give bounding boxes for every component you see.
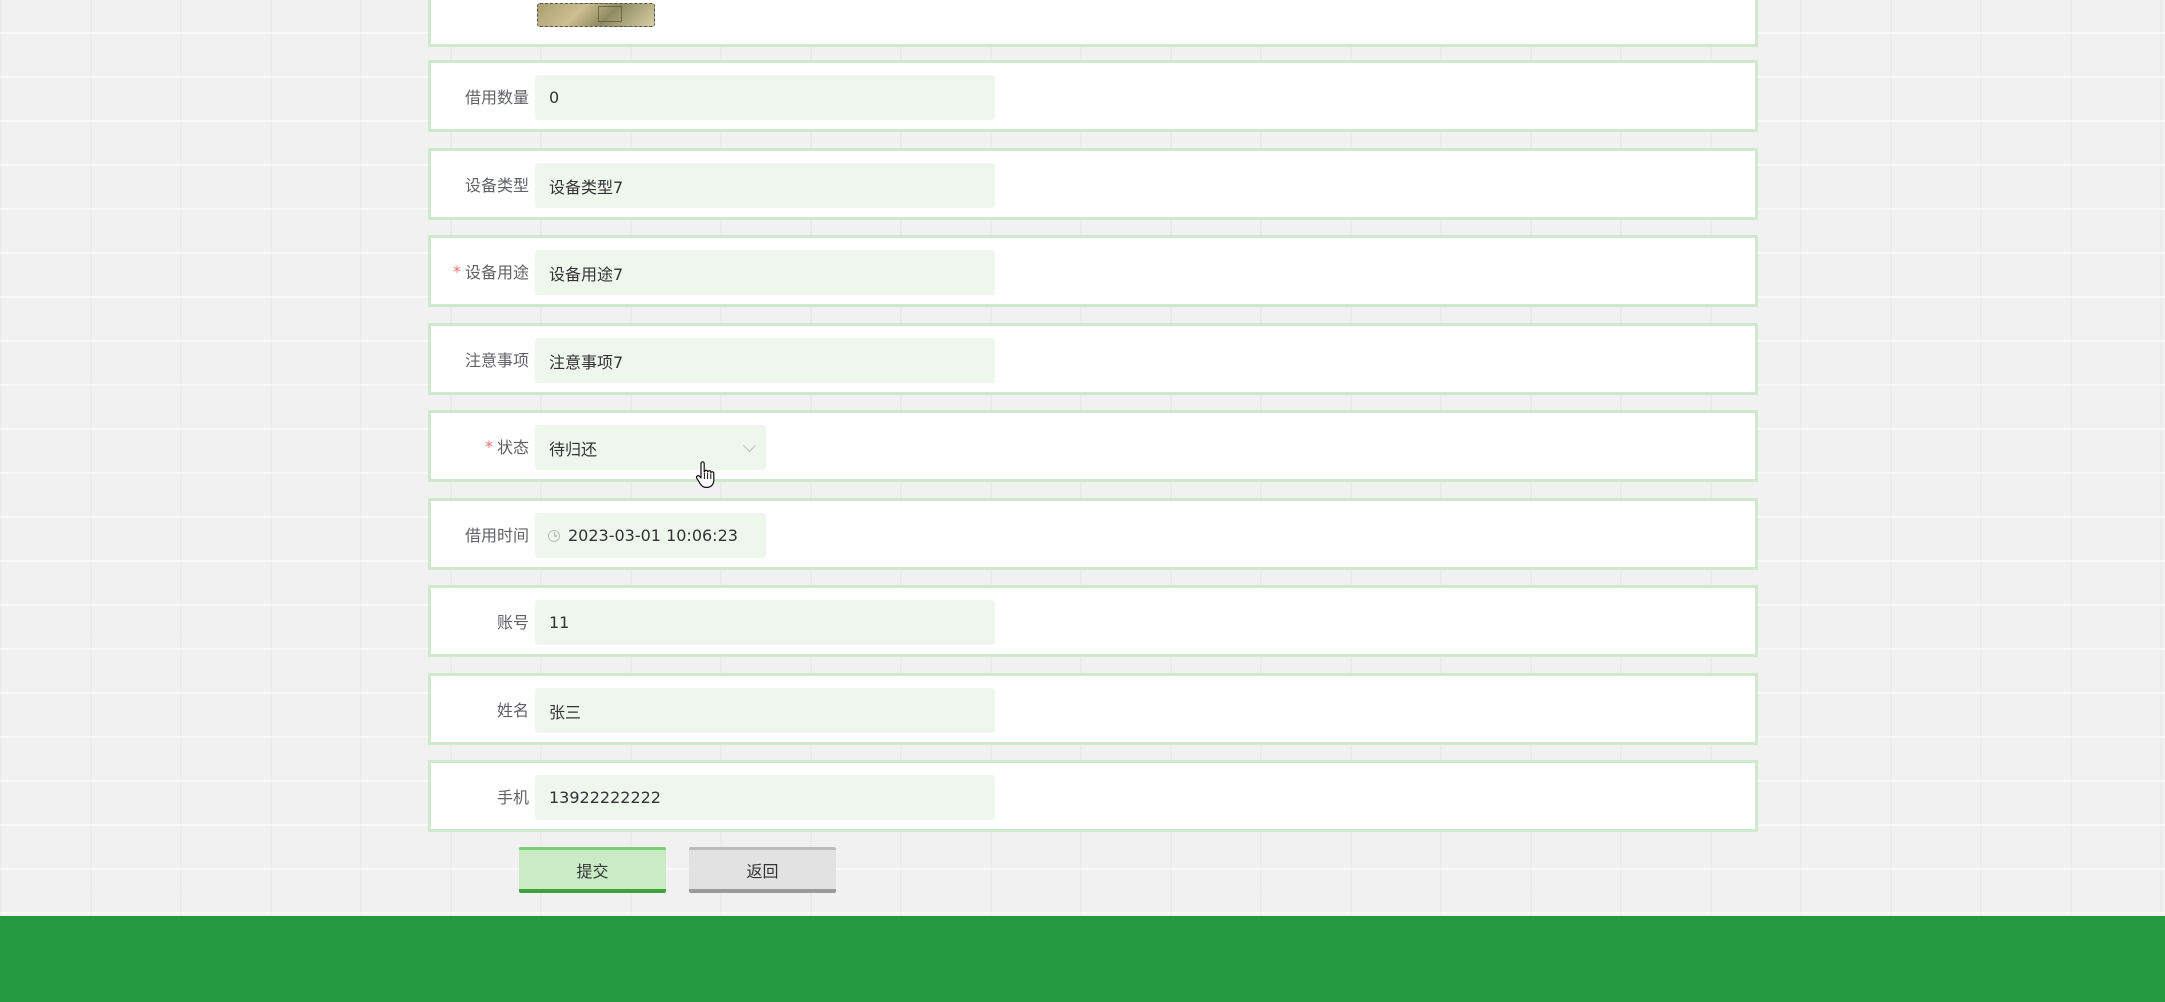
device-type-label-text: 设备类型	[464, 176, 529, 195]
notes-value: 注意事项7	[549, 352, 624, 372]
device-purpose-value: 设备用途7	[549, 264, 624, 284]
form-row-device-purpose: * 设备用途 设备用途7	[428, 235, 1758, 307]
required-mark: *	[484, 436, 493, 456]
form-row-notes: 注意事项 注意事项7	[428, 323, 1758, 395]
form-row-account: 账号 11	[428, 585, 1758, 657]
submit-button[interactable]: 提交	[519, 847, 666, 893]
chevron-down-icon	[743, 438, 756, 452]
name-label: 姓名	[431, 676, 529, 742]
status-label: * 状态	[431, 413, 529, 479]
page-footer	[0, 916, 2165, 1002]
borrow-time-value: 2023-03-01 10:06:23	[568, 526, 738, 545]
form-row-name: 姓名 张三	[428, 673, 1758, 745]
borrow-quantity-label-text: 借用数量	[464, 88, 529, 107]
device-image-thumbnail[interactable]	[537, 3, 655, 27]
account-label: 账号	[431, 588, 529, 654]
form-row-borrow-time: 借用时间 2023-03-01 10:06:23	[428, 498, 1758, 570]
phone-value: 13922222222	[549, 788, 661, 807]
status-selected-value: 待归还	[549, 439, 598, 459]
device-purpose-input[interactable]: 设备用途7	[535, 250, 995, 295]
name-label-text: 姓名	[496, 701, 529, 720]
borrow-time-label: 借用时间	[431, 501, 529, 567]
borrow-quantity-value: 0	[549, 88, 560, 107]
phone-label: 手机	[431, 763, 529, 829]
required-mark: *	[452, 261, 461, 281]
phone-label-text: 手机	[496, 788, 529, 807]
status-label-text: 状态	[496, 438, 529, 457]
notes-label-text: 注意事项	[464, 351, 529, 370]
device-type-input[interactable]: 设备类型7	[535, 163, 995, 208]
borrow-time-picker[interactable]: 2023-03-01 10:06:23	[535, 513, 766, 558]
form-row-borrow-quantity: 借用数量 0	[428, 60, 1758, 132]
device-type-label: 设备类型	[431, 151, 529, 217]
device-purpose-label: * 设备用途	[431, 238, 529, 304]
clock-icon	[548, 529, 560, 542]
name-input[interactable]: 张三	[535, 688, 995, 733]
account-value: 11	[549, 613, 570, 632]
account-label-text: 账号	[496, 613, 529, 632]
status-select[interactable]: 待归还	[535, 425, 766, 470]
device-type-value: 设备类型7	[549, 177, 624, 197]
form-row-status: * 状态 待归还	[428, 410, 1758, 482]
borrow-quantity-input[interactable]: 0	[535, 75, 995, 120]
form-row-image	[428, 0, 1758, 47]
borrow-quantity-label: 借用数量	[431, 63, 529, 129]
notes-label: 注意事项	[431, 326, 529, 392]
device-purpose-label-text: 设备用途	[464, 263, 529, 282]
notes-input[interactable]: 注意事项7	[535, 338, 995, 383]
form-row-device-type: 设备类型 设备类型7	[428, 148, 1758, 220]
phone-input[interactable]: 13922222222	[535, 775, 995, 820]
form-row-phone: 手机 13922222222	[428, 760, 1758, 832]
name-value: 张三	[549, 702, 582, 722]
borrow-time-label-text: 借用时间	[464, 526, 529, 545]
account-input[interactable]: 11	[535, 600, 995, 645]
back-button[interactable]: 返回	[689, 847, 836, 893]
